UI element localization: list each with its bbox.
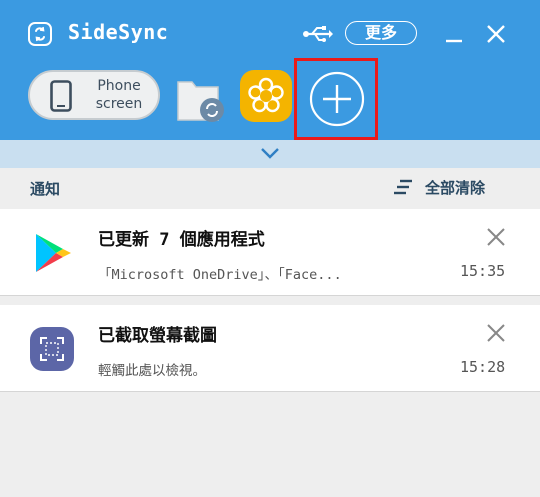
- clear-all-label: 全部清除: [425, 179, 486, 197]
- dismiss-icon[interactable]: [486, 227, 506, 247]
- google-play-icon: [36, 234, 71, 272]
- chevron-down-icon[interactable]: [260, 147, 280, 159]
- phone-icon: [50, 80, 72, 112]
- add-button-highlight: [294, 58, 378, 140]
- sidesync-logo-icon: [28, 22, 52, 46]
- minimize-icon[interactable]: [444, 24, 464, 44]
- notification-title: 已更新 7 個應用程式: [98, 230, 265, 250]
- dismiss-icon[interactable]: [486, 323, 506, 343]
- phone-screen-label: Phone screen: [84, 77, 154, 113]
- more-button[interactable]: 更多: [345, 21, 417, 45]
- usb-icon: [303, 26, 333, 42]
- notification-text: 「Microsoft OneDrive」、「Face...: [98, 267, 342, 283]
- notification-card[interactable]: 已更新 7 個應用程式 「Microsoft OneDrive」、「Face..…: [0, 209, 540, 296]
- app-title: SideSync: [68, 20, 169, 44]
- clear-all-icon: [394, 179, 412, 195]
- notification-text: 輕觸此處以檢視。: [98, 363, 206, 379]
- sidesync-window: SideSync 更多 Phone screen 通知 全部清除 已更新 7 個…: [0, 0, 540, 497]
- notification-card[interactable]: 已截取螢幕截圖 輕觸此處以檢視。 15:28: [0, 305, 540, 392]
- notification-time: 15:28: [460, 358, 506, 376]
- notifications-title: 通知: [30, 180, 61, 198]
- phone-screen-button[interactable]: Phone screen: [28, 70, 160, 120]
- phone-screen-line1: Phone: [97, 78, 141, 94]
- photo-flower-icon: [248, 77, 284, 113]
- screenshot-icon: [30, 327, 74, 371]
- photo-button[interactable]: [240, 70, 292, 122]
- title-bar: SideSync 更多 Phone screen: [0, 0, 540, 140]
- close-icon[interactable]: [486, 24, 506, 44]
- phone-screen-line2: screen: [95, 96, 143, 112]
- notification-time: 15:35: [460, 262, 506, 280]
- folder-sync-icon[interactable]: [176, 74, 226, 124]
- notification-title: 已截取螢幕截圖: [98, 326, 217, 346]
